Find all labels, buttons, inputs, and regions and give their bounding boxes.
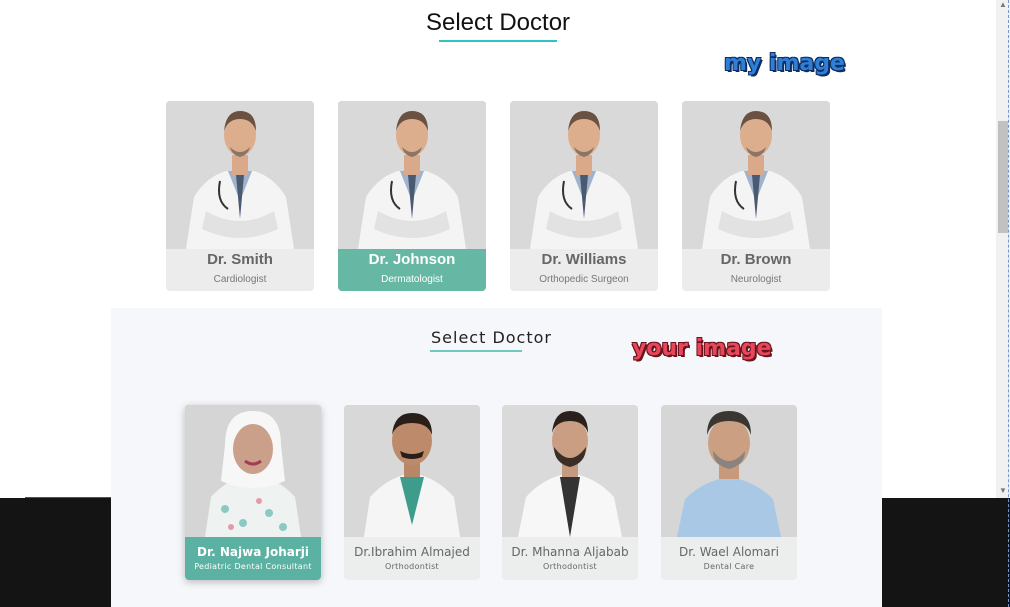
- doctor-name: Dr. Brown: [720, 251, 792, 268]
- doctor-photo: [510, 101, 658, 249]
- doctor-card-smith[interactable]: Dr. Smith Cardiologist: [166, 101, 314, 291]
- doctor-specialty: Orthodontist: [543, 562, 597, 571]
- divider: [25, 497, 115, 498]
- doctor-card-mhanna-aljabab[interactable]: Dr. Mhanna Aljabab Orthodontist: [502, 405, 638, 580]
- title-underline: [439, 40, 557, 42]
- title-underline: [430, 350, 522, 352]
- doctor-name: Dr. Johnson: [368, 251, 456, 268]
- annotation-my-image: my image: [724, 51, 845, 76]
- scrollbar-thumb[interactable]: [998, 121, 1008, 233]
- doctor-name: Dr. Najwa Joharji: [196, 545, 309, 559]
- page-title: Select Doctor: [425, 9, 571, 36]
- doctor-name: Dr. Smith: [207, 251, 273, 268]
- doctor-card-johnson[interactable]: Dr. Johnson Dermatologist: [338, 101, 486, 291]
- doctor-photo: [338, 101, 486, 249]
- doctor-photo: [661, 405, 797, 537]
- doctor-photo: [502, 405, 638, 537]
- doctor-specialty: Dermatologist: [381, 274, 443, 285]
- doctor-name: Dr. Mhanna Aljabab: [511, 545, 629, 559]
- doctor-name: Dr.Ibrahim Almajed: [354, 545, 470, 559]
- doctor-photo: [344, 405, 480, 537]
- doctor-specialty: Pediatric Dental Consultant: [194, 562, 312, 571]
- doctor-name: Dr. Wael Alomari: [679, 545, 779, 559]
- doctor-card-wael-alomari[interactable]: Dr. Wael Alomari Dental Care: [661, 405, 797, 580]
- doctor-specialty: Dental Care: [703, 562, 755, 571]
- doctor-photo: [185, 405, 321, 537]
- doctor-specialty: Orthopedic Surgeon: [539, 274, 629, 285]
- doctor-card-ibrahim-almajed[interactable]: Dr.Ibrahim Almajed Orthodontist: [344, 405, 480, 580]
- doctor-name: Dr. Williams: [541, 251, 627, 268]
- annotation-your-image: your image: [632, 336, 772, 361]
- doctor-specialty: Neurologist: [730, 274, 782, 285]
- doctor-card-brown[interactable]: Dr. Brown Neurologist: [682, 101, 830, 291]
- doctor-card-najwa-joharji[interactable]: Dr. Najwa Joharji Pediatric Dental Consu…: [185, 405, 321, 580]
- doctor-specialty: Cardiologist: [213, 274, 267, 285]
- doctor-photo: [682, 101, 830, 249]
- doctor-specialty: Orthodontist: [385, 562, 439, 571]
- doctor-photo: [166, 101, 314, 249]
- doctor-card-williams[interactable]: Dr. Williams Orthopedic Surgeon: [510, 101, 658, 291]
- scroll-up-arrow-icon[interactable]: ▲: [999, 0, 1007, 9]
- scroll-down-arrow-icon[interactable]: ▼: [999, 486, 1007, 495]
